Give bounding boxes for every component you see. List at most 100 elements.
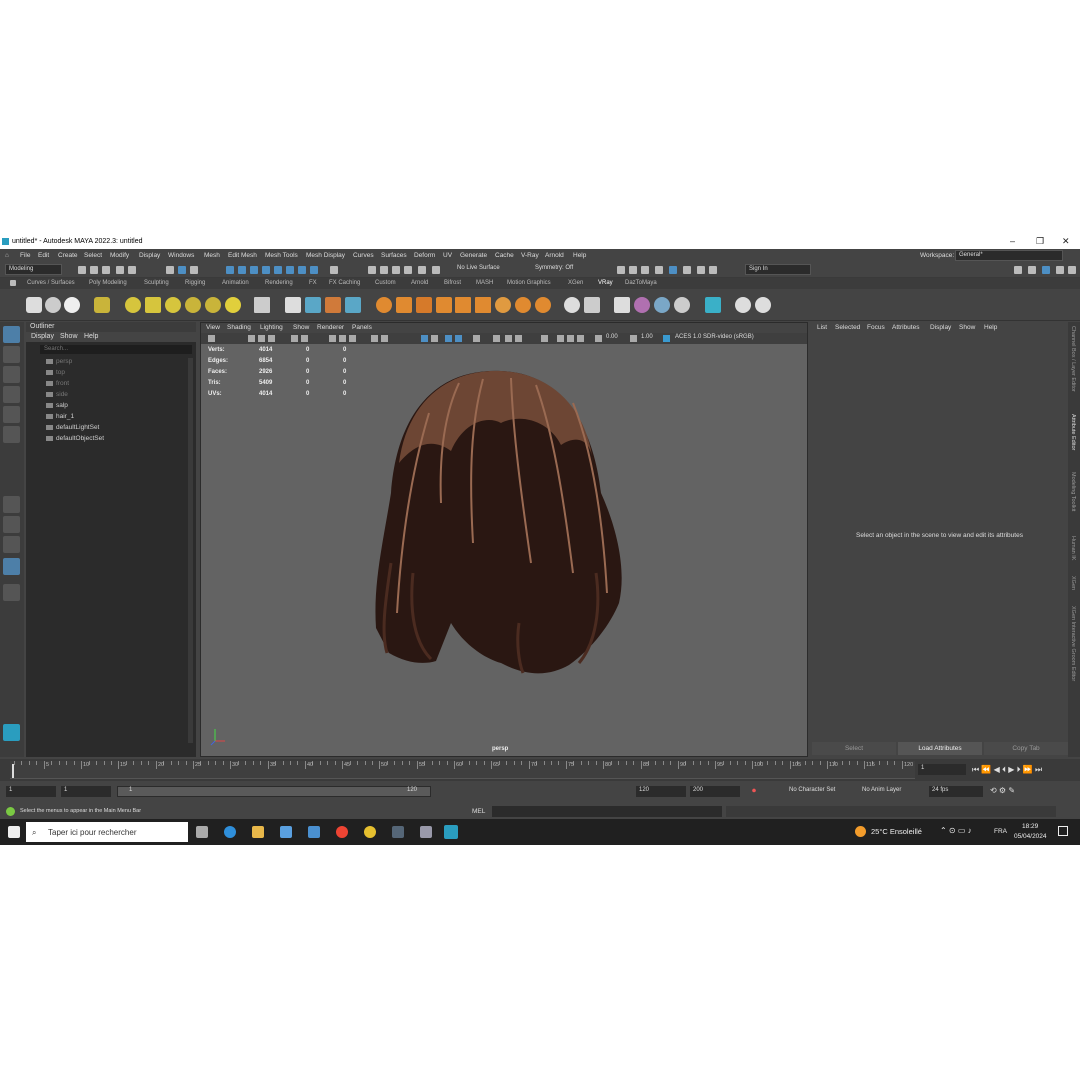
shelf-tab[interactable]: Custom	[375, 280, 396, 286]
menu-curves[interactable]: Curves	[353, 252, 374, 259]
hair-mesh[interactable]	[375, 370, 622, 674]
scene-end-field[interactable]: 200	[690, 786, 740, 797]
side-tab-channel-box[interactable]: Channel Box / Layer Editor	[1070, 326, 1076, 392]
vray-scene-icon[interactable]	[305, 297, 321, 313]
vray-sphere-light-icon[interactable]	[165, 297, 181, 313]
vray-frame-buffer-icon[interactable]	[697, 266, 705, 274]
auto-key-icon[interactable]: ⏺	[752, 786, 756, 796]
ae-menu-show[interactable]: Show	[959, 324, 975, 331]
home-icon[interactable]: ⌂	[5, 252, 9, 259]
shelf-tab[interactable]: Bifrost	[444, 280, 461, 286]
rotate-tool-icon[interactable]	[3, 406, 20, 423]
vray-ies-light-icon[interactable]	[205, 297, 221, 313]
vray-palette-icon[interactable]	[654, 297, 670, 313]
vray-gear-icon[interactable]	[535, 297, 551, 313]
vray-help-icon[interactable]	[735, 297, 751, 313]
outliner-item[interactable]: defaultObjectSet	[46, 435, 104, 445]
menu-uv[interactable]: UV	[443, 252, 452, 259]
magnet-3-icon[interactable]	[404, 266, 412, 274]
vray-rect-light-icon[interactable]	[145, 297, 161, 313]
shelf-tab[interactable]: Curves / Surfaces	[27, 280, 75, 286]
copy-tab-button[interactable]: Copy Tab	[984, 742, 1068, 755]
shelf-tab[interactable]: Arnold	[411, 280, 428, 286]
snap-point-icon[interactable]	[250, 266, 258, 274]
outliner-item[interactable]: defaultLightSet	[46, 424, 99, 434]
close-icon[interactable]: ✕	[1062, 236, 1070, 247]
task-view-icon[interactable]	[196, 826, 208, 838]
vray-proxy-export-icon[interactable]	[564, 297, 580, 313]
snap-plane-icon[interactable]	[262, 266, 270, 274]
clock-date[interactable]: 05/04/2024	[1014, 833, 1047, 840]
menu-create[interactable]: Create	[58, 252, 78, 259]
ae-menu-focus[interactable]: Focus	[867, 324, 885, 331]
layout-2-icon[interactable]	[1028, 266, 1036, 274]
save-scene-icon[interactable]	[102, 266, 110, 274]
steam-icon[interactable]	[392, 826, 404, 838]
magnet-2-icon[interactable]	[392, 266, 400, 274]
select-tool-icon[interactable]	[3, 326, 20, 343]
ae-menu-list[interactable]: List	[817, 324, 827, 331]
outliner-item[interactable]: hair_1	[46, 413, 74, 423]
maya-taskbar-icon[interactable]	[444, 825, 458, 839]
vray-cosmos-icon[interactable]	[614, 297, 630, 313]
menu-edit-mesh[interactable]: Edit Mesh	[228, 252, 257, 259]
menu-surfaces[interactable]: Surfaces	[381, 252, 407, 259]
outliner-menu-help[interactable]: Help	[84, 333, 98, 340]
loop-icon[interactable]: ⟲ ⚙ ✎	[990, 786, 1015, 795]
select-component-icon[interactable]	[190, 266, 198, 274]
snap-face-icon[interactable]	[310, 266, 318, 274]
undo-icon[interactable]	[116, 266, 124, 274]
snap-curve-icon[interactable]	[238, 266, 246, 274]
fps-select[interactable]: 24 fps	[929, 786, 983, 797]
vray-proxy-icon[interactable]	[285, 297, 301, 313]
move-tool-icon[interactable]	[3, 386, 20, 403]
time-ruler[interactable]: 5 10 15 20 25 30 35 40 45 50 55 60 65 70 75 80 85 90 95 100…	[10, 761, 915, 779]
scale-tool-icon[interactable]	[3, 426, 20, 443]
render-view-icon[interactable]	[683, 266, 691, 274]
anim-start-field[interactable]: 1	[61, 786, 111, 797]
single-perspective-icon[interactable]	[3, 496, 20, 513]
outliner-menu-display[interactable]: Display	[31, 333, 54, 340]
outliner-item[interactable]: persp	[46, 358, 72, 368]
vray-grid-icon[interactable]	[455, 297, 471, 313]
side-tab-xgen[interactable]: XGen	[1070, 576, 1076, 590]
shelf-tab[interactable]: Poly Modeling	[89, 280, 127, 286]
pause-icon[interactable]	[709, 266, 717, 274]
new-scene-icon[interactable]	[78, 266, 86, 274]
chrome-icon[interactable]	[364, 826, 376, 838]
magnet-icon[interactable]	[380, 266, 388, 274]
open-scene-icon[interactable]	[90, 266, 98, 274]
vray-volume-icon[interactable]	[515, 297, 531, 313]
side-tab-xgen-groom[interactable]: XGen Interactive Groom Editor	[1070, 606, 1076, 681]
viewport-panel[interactable]: View Shading Lighting Show Renderer Pane…	[200, 322, 808, 757]
shelf-tab[interactable]: Motion Graphics	[507, 280, 551, 286]
ae-menu-help[interactable]: Help	[984, 324, 997, 331]
vray-toon-icon[interactable]	[396, 297, 412, 313]
vray-update-icon[interactable]	[705, 297, 721, 313]
redo-icon[interactable]	[128, 266, 136, 274]
app-icon[interactable]	[420, 826, 432, 838]
outliner-layout-icon[interactable]	[3, 558, 20, 575]
range-handle[interactable]	[118, 787, 430, 796]
menu-arnold[interactable]: Arnold	[545, 252, 564, 259]
mel-label[interactable]: MEL	[472, 808, 485, 815]
shelf-tab[interactable]: Animation	[222, 280, 249, 286]
workspace-select[interactable]: General*	[955, 250, 1063, 261]
menu-file[interactable]: File	[20, 252, 30, 259]
shelf-tab[interactable]: FX Caching	[329, 280, 360, 286]
vray-asset-editor-icon[interactable]	[94, 297, 110, 313]
weather-text[interactable]: 25°C Ensoleillé	[871, 827, 922, 836]
vray-sphere-icon[interactable]	[495, 297, 511, 313]
side-tab-modeling-toolkit[interactable]: Modeling Toolkit	[1070, 472, 1076, 511]
windows-start-icon[interactable]	[8, 826, 20, 838]
lock-icon[interactable]	[330, 266, 338, 274]
shelf-tab-vray[interactable]: VRay	[598, 280, 613, 286]
vray-import-icon[interactable]	[584, 297, 600, 313]
symmetry-field[interactable]: Symmetry: Off	[532, 264, 592, 275]
select-hierarchy-icon[interactable]	[166, 266, 174, 274]
shelf-tab[interactable]: Sculpting	[144, 280, 169, 286]
shelf-settings-icon[interactable]	[10, 280, 16, 286]
shelf-tab[interactable]: DazToMaya	[625, 280, 657, 286]
language-indicator[interactable]: FRA	[994, 828, 1007, 835]
ipr-render-icon[interactable]	[641, 266, 649, 274]
